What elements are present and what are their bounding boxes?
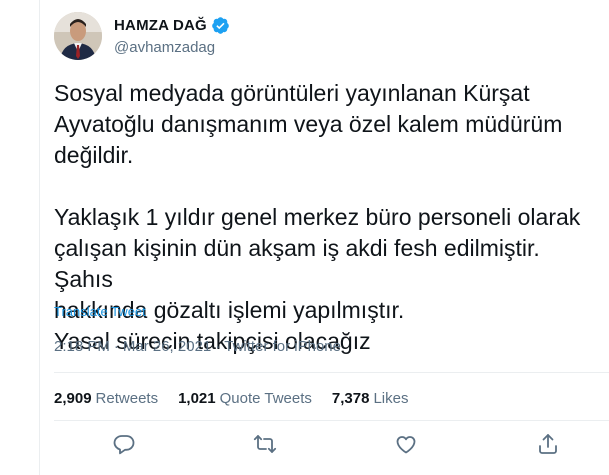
verified-badge-icon	[211, 16, 230, 35]
avatar[interactable]	[54, 12, 102, 60]
likes-count: 7,378	[331, 390, 370, 407]
retweet-icon[interactable]	[253, 432, 277, 456]
likes-stat[interactable]: 7,378 Likes	[332, 390, 409, 407]
likes-label: Likes	[373, 390, 409, 407]
quotes-count: 1,021	[178, 390, 216, 407]
divider	[54, 420, 609, 421]
retweets-count: 2,909	[54, 390, 92, 407]
tweet-line: Ayvatoğlu danışmanım veya özel kalem müd…	[54, 111, 563, 137]
tweet-time[interactable]: 2:18 PM	[54, 338, 110, 355]
share-icon[interactable]	[536, 432, 560, 456]
display-name[interactable]: HAMZA DAĞ	[114, 17, 207, 34]
tweet-actions	[54, 430, 594, 460]
quotes-label: Quote Tweets	[219, 390, 312, 407]
retweets-label: Retweets	[95, 390, 159, 407]
tweet-date[interactable]: Mar 26, 2021	[123, 338, 211, 355]
tweet-stats: 2,909 Retweets 1,021 Quote Tweets 7,378 Lik…	[54, 390, 408, 407]
retweets-stat[interactable]: 2,909 Retweets	[54, 390, 158, 407]
tweet-line: değildir.	[54, 142, 134, 168]
author-names: HAMZA DAĞ @avhamzadag	[114, 16, 230, 56]
meta-separator: ·	[215, 338, 221, 355]
translate-tweet-link[interactable]: Translate Tweet	[54, 304, 146, 319]
tweet-source[interactable]: Twitter for iPhone	[224, 338, 341, 355]
like-icon[interactable]	[394, 432, 418, 456]
tweet-metadata: 2:18 PM · Mar 26, 2021 · Twitter for iPhone	[54, 338, 341, 355]
tweet-header: HAMZA DAĞ @avhamzadag	[54, 10, 594, 62]
reply-icon[interactable]	[112, 432, 136, 456]
divider	[54, 372, 609, 373]
tweet-line: Sosyal medyada görüntüleri yayınlanan Kü…	[54, 80, 530, 106]
meta-separator: ·	[113, 338, 119, 355]
author-handle[interactable]: @avhamzadag	[114, 39, 230, 56]
tweet-line: Yaklaşık 1 yıldır genel merkez büro pers…	[54, 204, 581, 230]
tweet-line: çalışan kişinin dün akşam iş akdi fesh e…	[54, 235, 540, 292]
quote-tweets-stat[interactable]: 1,021 Quote Tweets	[178, 390, 312, 407]
